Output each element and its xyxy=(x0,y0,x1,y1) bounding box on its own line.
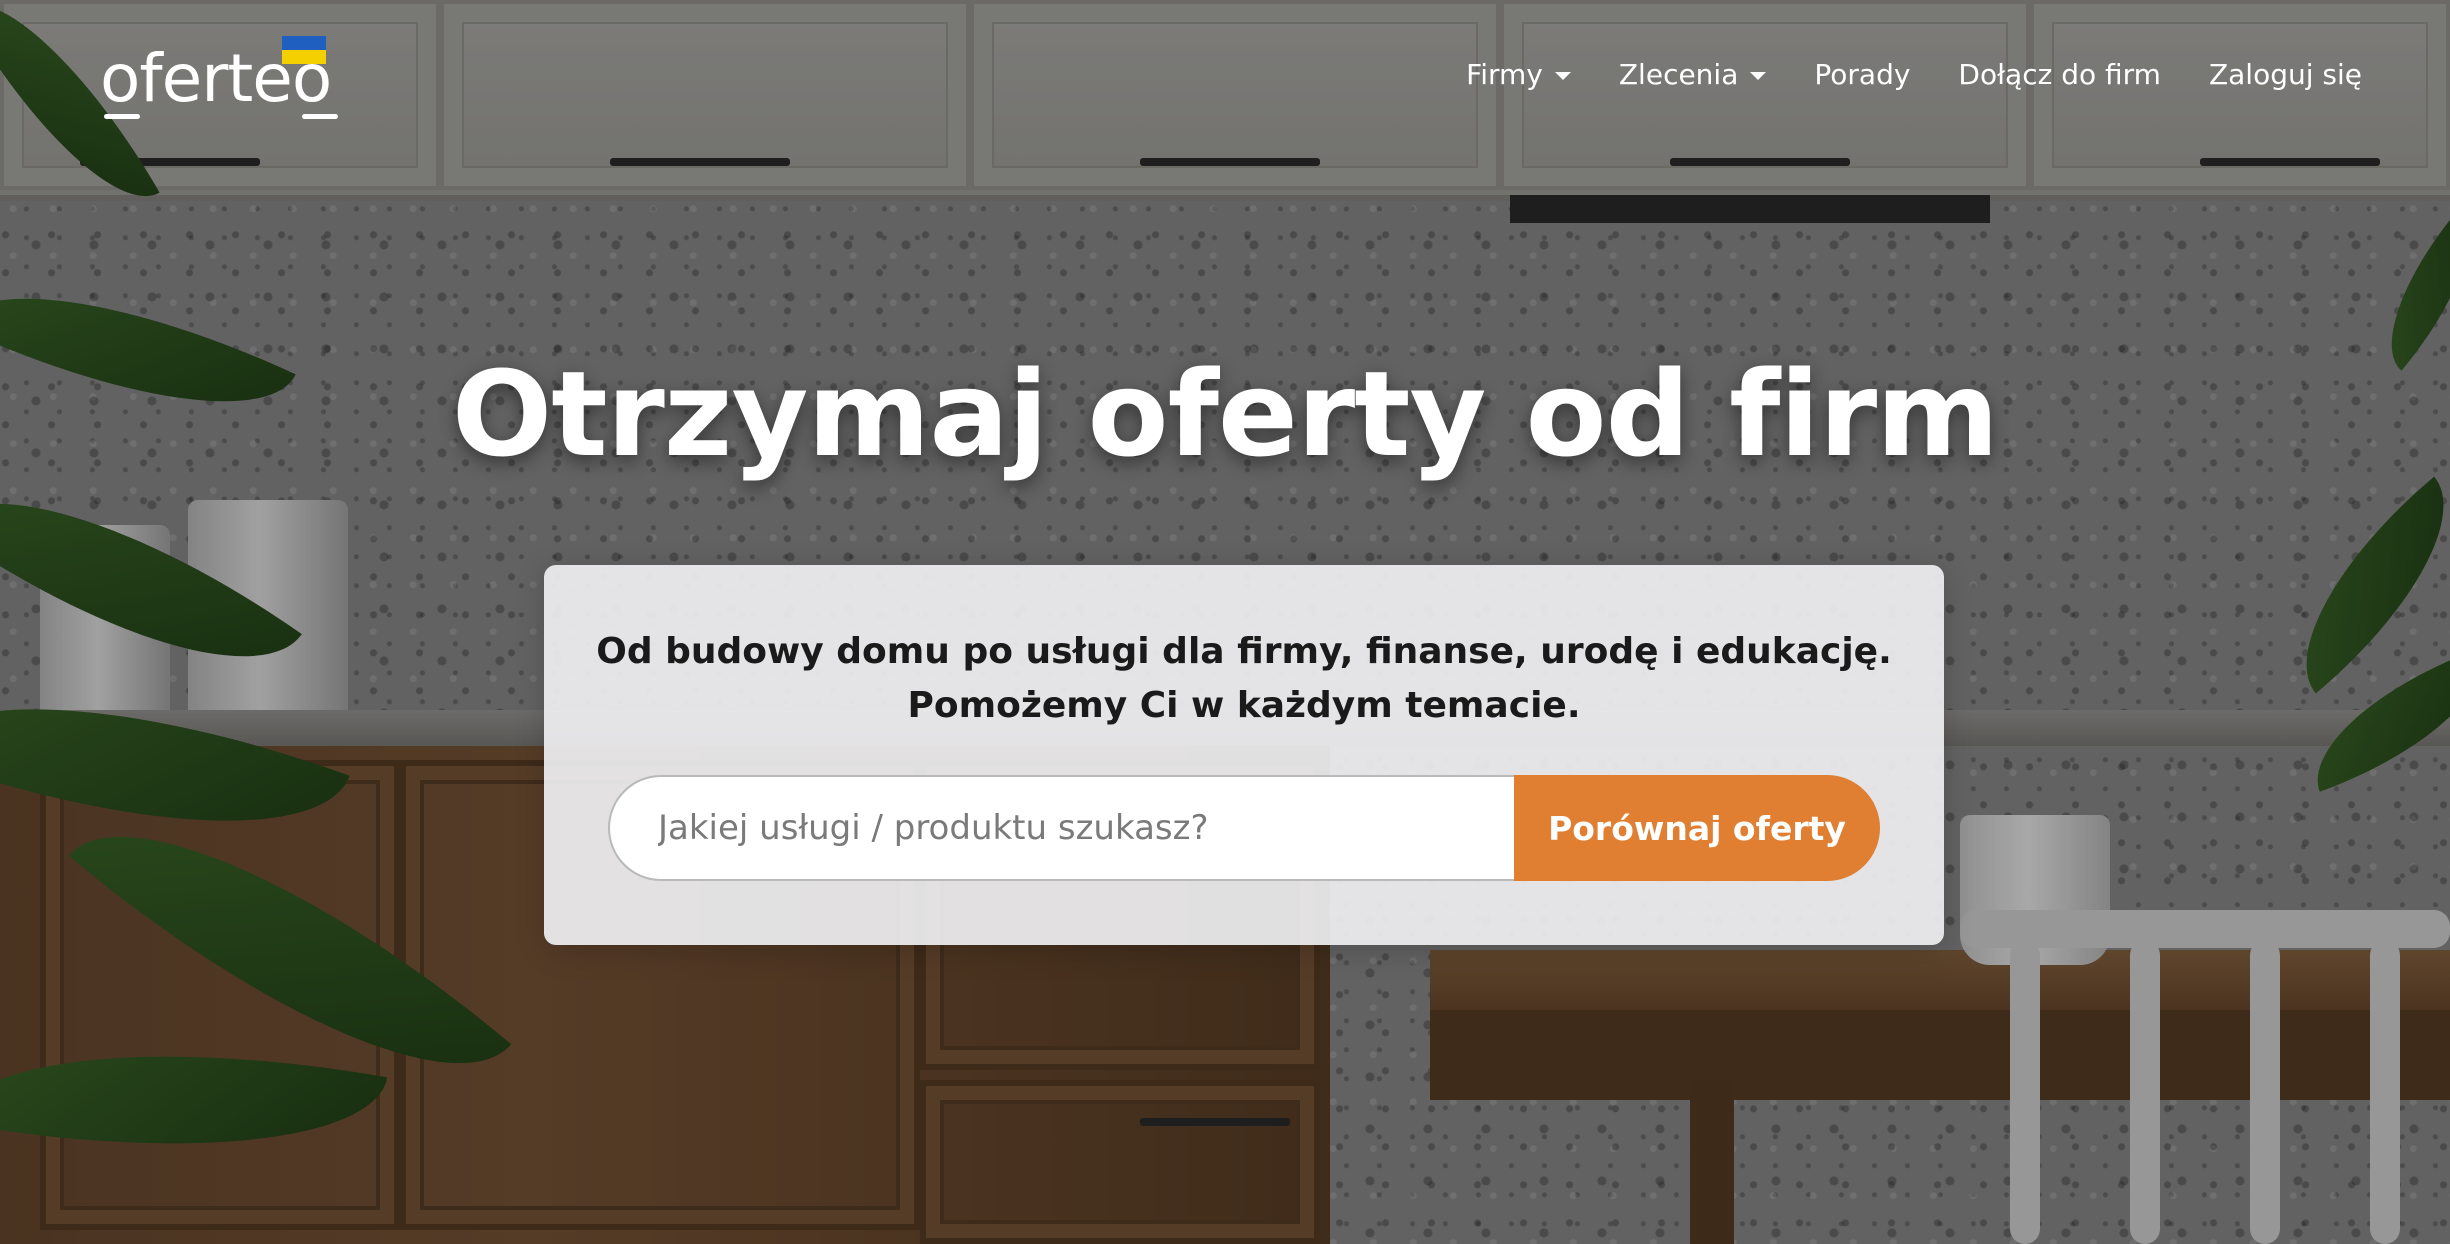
logo-underline xyxy=(104,114,140,119)
subtitle-line-2: Pomożemy Ci w każdym temacie. xyxy=(907,685,1581,726)
nav-item-label: Dołącz do firm xyxy=(1958,58,2161,91)
main-nav: Firmy Zlecenia Porady Dołącz do firm Zal… xyxy=(1466,58,2362,91)
logo-underline xyxy=(302,114,338,119)
caret-down-icon xyxy=(1554,72,1571,80)
nav-item-label: Zlecenia xyxy=(1618,58,1739,91)
nav-item-zlecenia[interactable]: Zlecenia xyxy=(1619,58,1767,91)
nav-item-label: Porady xyxy=(1814,58,1911,91)
search-input[interactable] xyxy=(608,775,1514,881)
hero-subtitle: Od budowy domu po usługi dla firmy, fina… xyxy=(544,625,1944,733)
nav-item-label: Firmy xyxy=(1466,58,1543,91)
search-form: Porównaj oferty xyxy=(608,775,1880,881)
caret-down-icon xyxy=(1750,72,1767,80)
nav-item-label: Zaloguj się xyxy=(2208,58,2362,91)
compare-offers-button[interactable]: Porównaj oferty xyxy=(1514,775,1880,881)
logo-text: oferteo xyxy=(100,40,332,117)
nav-item-firmy[interactable]: Firmy xyxy=(1466,58,1571,91)
hero-section: oferteo Firmy Zlecenia Porady Dołącz do … xyxy=(0,0,2450,1244)
nav-item-login[interactable]: Zaloguj się xyxy=(2209,58,2362,91)
nav-item-join-companies[interactable]: Dołącz do firm xyxy=(1958,58,2161,91)
logo[interactable]: oferteo xyxy=(100,30,350,130)
nav-item-porady[interactable]: Porady xyxy=(1814,58,1910,91)
hero-title: Otrzymaj oferty od firm xyxy=(451,345,1999,483)
subtitle-line-1: Od budowy domu po usługi dla firmy, fina… xyxy=(596,631,1892,672)
site-header: oferteo Firmy Zlecenia Porady Dołącz do … xyxy=(0,0,2450,160)
search-card: Od budowy domu po usługi dla firmy, fina… xyxy=(544,565,1944,945)
